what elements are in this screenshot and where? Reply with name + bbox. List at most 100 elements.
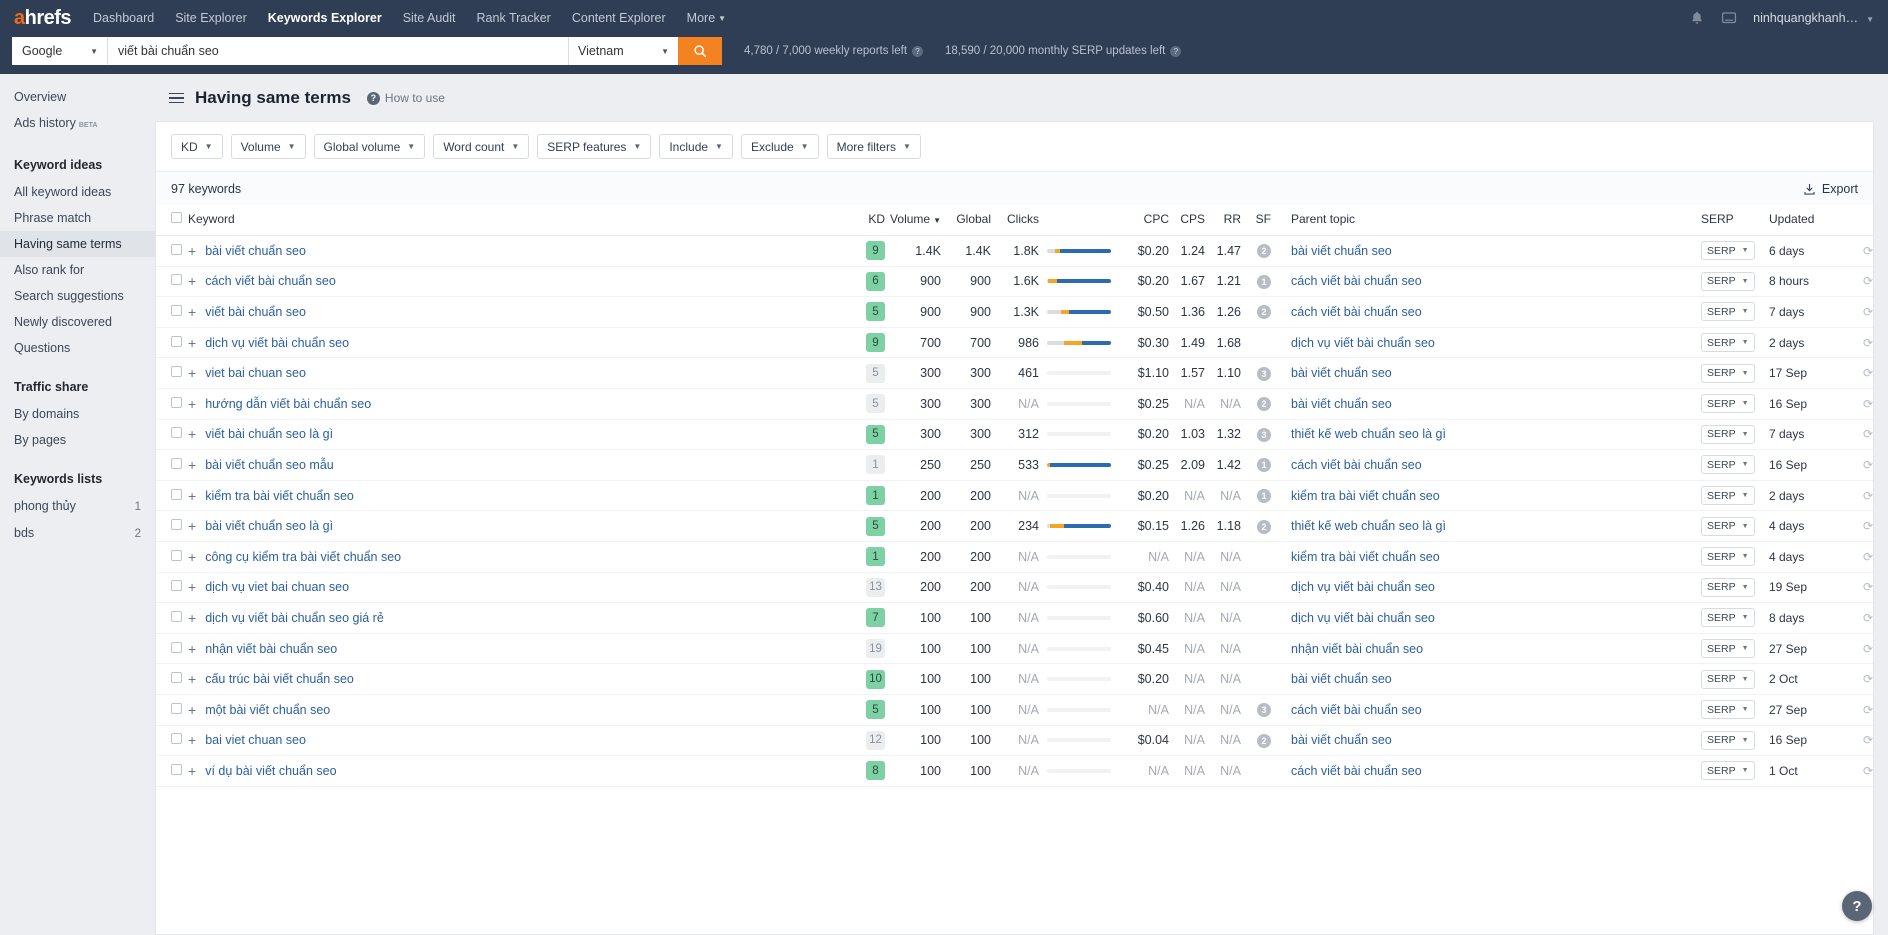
help-icon[interactable]: ? [912, 45, 924, 57]
refresh-icon[interactable]: ⟳ [1863, 550, 1873, 564]
country-select[interactable]: Vietnam ▼ [568, 37, 678, 65]
keyword-link[interactable]: hướng dẫn viết bài chuẩn seo [205, 397, 371, 411]
row-checkbox[interactable] [170, 335, 182, 347]
parent-topic-link[interactable]: bài viết chuẩn seo [1291, 366, 1392, 380]
keyword-link[interactable]: cách viết bài chuẩn seo [205, 274, 336, 288]
header-sf[interactable]: SF [1241, 205, 1271, 236]
serp-button[interactable]: SERP ▼ [1701, 241, 1755, 261]
row-checkbox[interactable] [170, 763, 182, 775]
parent-topic-link[interactable]: kiểm tra bài viết chuẩn seo [1291, 489, 1440, 503]
keyword-link[interactable]: kiểm tra bài viết chuẩn seo [205, 489, 354, 503]
row-checkbox[interactable] [170, 274, 182, 286]
serp-button[interactable]: SERP ▼ [1701, 271, 1755, 291]
row-checkbox[interactable] [170, 580, 182, 592]
parent-topic-link[interactable]: dịch vụ viết bài chuẩn seo [1291, 611, 1435, 625]
select-all-checkbox[interactable] [170, 212, 182, 223]
keyword-link[interactable]: một bài viết chuẩn seo [205, 703, 330, 717]
refresh-icon[interactable]: ⟳ [1863, 458, 1873, 472]
table-row[interactable]: + bài viết chuẩn seo mẫu 1 250 250 533 $0.25 2.… [156, 449, 1873, 481]
sidebar-item-list-phong-thuy[interactable]: phong thủy 1 [0, 493, 155, 520]
serp-button[interactable]: SERP ▼ [1701, 394, 1755, 414]
header-rr[interactable]: RR [1205, 205, 1241, 236]
bell-icon[interactable] [1689, 10, 1705, 26]
filter-exclude[interactable]: Exclude ▼ [740, 134, 819, 159]
refresh-icon[interactable]: ⟳ [1863, 274, 1873, 288]
refresh-icon[interactable]: ⟳ [1863, 672, 1873, 686]
parent-topic-link[interactable]: bài viết chuẩn seo [1291, 733, 1392, 747]
row-checkbox[interactable] [170, 610, 182, 622]
keyword-link[interactable]: bài viết chuẩn seo là gì [205, 519, 333, 533]
table-row[interactable]: + cấu trúc bài viết chuẩn seo 10 100 100 N/A $… [156, 663, 1873, 695]
parent-topic-link[interactable]: bài viết chuẩn seo [1291, 244, 1392, 258]
keyword-link[interactable]: công cụ kiểm tra bài viết chuẩn seo [205, 550, 401, 564]
table-row[interactable]: + bai viet chuan seo 12 100 100 N/A $0.04 N/A N/… [156, 725, 1873, 757]
parent-topic-link[interactable]: kiểm tra bài viết chuẩn seo [1291, 550, 1440, 564]
nav-rank-tracker[interactable]: Rank Tracker [477, 11, 551, 25]
sidebar-item-newly-discovered[interactable]: Newly discovered [0, 309, 155, 335]
row-checkbox[interactable] [170, 427, 182, 439]
table-row[interactable]: + nhận viết bài chuẩn seo 19 100 100 N/A $0.45… [156, 633, 1873, 665]
table-row[interactable]: + dịch vụ viet bai chuan seo 13 200 200 N/A $0… [156, 572, 1873, 604]
parent-topic-link[interactable]: cách viết bài chuẩn seo [1291, 764, 1422, 778]
header-clicks[interactable]: Clicks [991, 205, 1039, 236]
parent-topic-link[interactable]: cách viết bài chuẩn seo [1291, 305, 1422, 319]
serp-button[interactable]: SERP ▼ [1701, 669, 1755, 689]
serp-button[interactable]: SERP ▼ [1701, 577, 1755, 597]
add-keyword-icon[interactable]: + [188, 672, 196, 686]
parent-topic-link[interactable]: bài viết chuẩn seo [1291, 397, 1392, 411]
add-keyword-icon[interactable]: + [188, 580, 196, 594]
filter-kd[interactable]: KD ▼ [171, 134, 223, 159]
keyword-link[interactable]: viet bai chuan seo [205, 366, 306, 380]
sidebar-item-overview[interactable]: Overview [0, 84, 155, 110]
serp-button[interactable]: SERP ▼ [1701, 486, 1755, 506]
header-updated[interactable]: Updated [1765, 205, 1843, 236]
row-checkbox[interactable] [170, 702, 182, 714]
table-row[interactable]: + viết bài chuẩn seo 5 900 900 1.3K $0.50 1.36 1… [156, 296, 1873, 328]
sidebar-item-list-bds[interactable]: bds 2 [0, 520, 155, 547]
keyword-link[interactable]: viết bài chuẩn seo là gì [205, 427, 333, 441]
keyword-link[interactable]: nhận viết bài chuẩn seo [205, 642, 337, 656]
how-to-use-link[interactable]: ? How to use [366, 91, 445, 105]
chat-icon[interactable] [1721, 10, 1737, 26]
header-keyword[interactable]: Keyword [182, 205, 851, 236]
sidebar-item-all-keyword-ideas[interactable]: All keyword ideas [0, 179, 155, 205]
refresh-icon[interactable]: ⟳ [1863, 642, 1873, 656]
nav-site-audit[interactable]: Site Audit [403, 11, 456, 25]
sidebar-item-by-pages[interactable]: By pages [0, 427, 155, 453]
keyword-link[interactable]: bài viết chuẩn seo mẫu [205, 458, 334, 472]
header-cps[interactable]: CPS [1169, 205, 1205, 236]
serp-button[interactable]: SERP ▼ [1701, 302, 1755, 322]
row-checkbox[interactable] [170, 243, 182, 255]
add-keyword-icon[interactable]: + [188, 336, 196, 350]
refresh-icon[interactable]: ⟳ [1863, 397, 1873, 411]
sidebar-item-having-same-terms[interactable]: Having same terms [0, 231, 155, 257]
refresh-icon[interactable]: ⟳ [1863, 305, 1873, 319]
export-button[interactable]: Export [1803, 182, 1858, 196]
nav-keywords-explorer[interactable]: Keywords Explorer [268, 11, 382, 25]
row-checkbox[interactable] [170, 488, 182, 500]
parent-topic-link[interactable]: dịch vụ viết bài chuẩn seo [1291, 336, 1435, 350]
filter-serp-features[interactable]: SERP features ▼ [537, 134, 652, 159]
help-fab-button[interactable]: ? [1842, 891, 1872, 921]
sidebar-item-phrase-match[interactable]: Phrase match [0, 205, 155, 231]
refresh-icon[interactable]: ⟳ [1863, 733, 1873, 747]
keyword-link[interactable]: dịch vụ viet bai chuan seo [205, 580, 349, 594]
serp-button[interactable]: SERP ▼ [1701, 516, 1755, 536]
parent-topic-link[interactable]: thiết kế web chuẩn seo là gì [1291, 519, 1446, 533]
refresh-icon[interactable]: ⟳ [1863, 611, 1873, 625]
parent-topic-link[interactable]: nhận viết bài chuẩn seo [1291, 642, 1423, 656]
header-cpc[interactable]: CPC [1117, 205, 1169, 236]
serp-button[interactable]: SERP ▼ [1701, 730, 1755, 750]
nav-more[interactable]: More ▼ [687, 11, 726, 25]
parent-topic-link[interactable]: cách viết bài chuẩn seo [1291, 703, 1422, 717]
add-keyword-icon[interactable]: + [188, 733, 196, 747]
hamburger-icon[interactable] [169, 92, 184, 104]
add-keyword-icon[interactable]: + [188, 489, 196, 503]
keyword-link[interactable]: bài viết chuẩn seo [205, 244, 306, 258]
refresh-icon[interactable]: ⟳ [1863, 489, 1873, 503]
serp-button[interactable]: SERP ▼ [1701, 700, 1755, 720]
row-checkbox[interactable] [170, 733, 182, 745]
serp-button[interactable]: SERP ▼ [1701, 608, 1755, 628]
serp-button[interactable]: SERP ▼ [1701, 333, 1755, 353]
refresh-icon[interactable]: ⟳ [1863, 764, 1873, 778]
